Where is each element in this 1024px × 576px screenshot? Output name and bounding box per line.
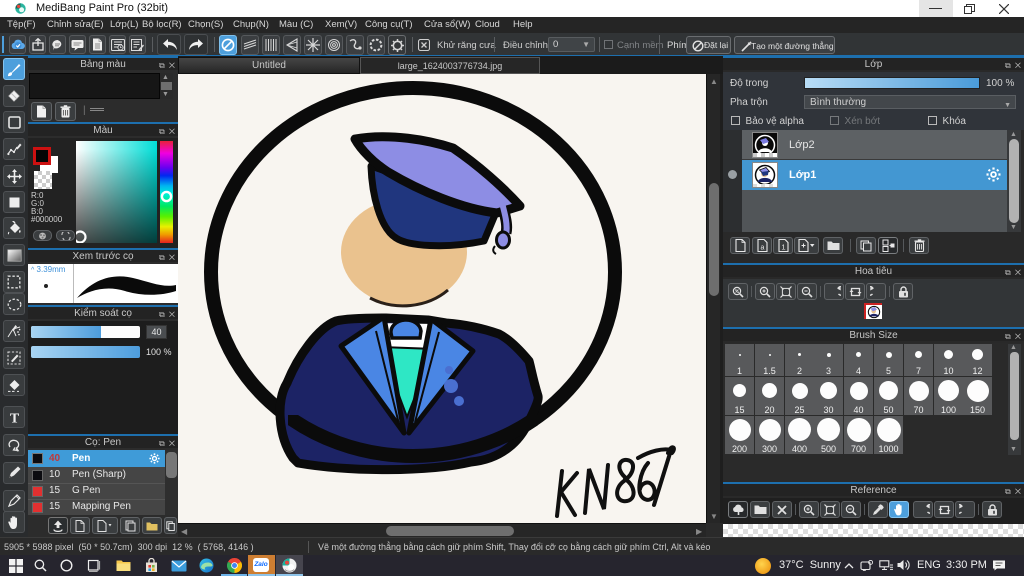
svg-text:1: 1 (781, 243, 785, 252)
svg-text:a: a (760, 245, 764, 252)
svg-text:T: T (9, 411, 19, 424)
